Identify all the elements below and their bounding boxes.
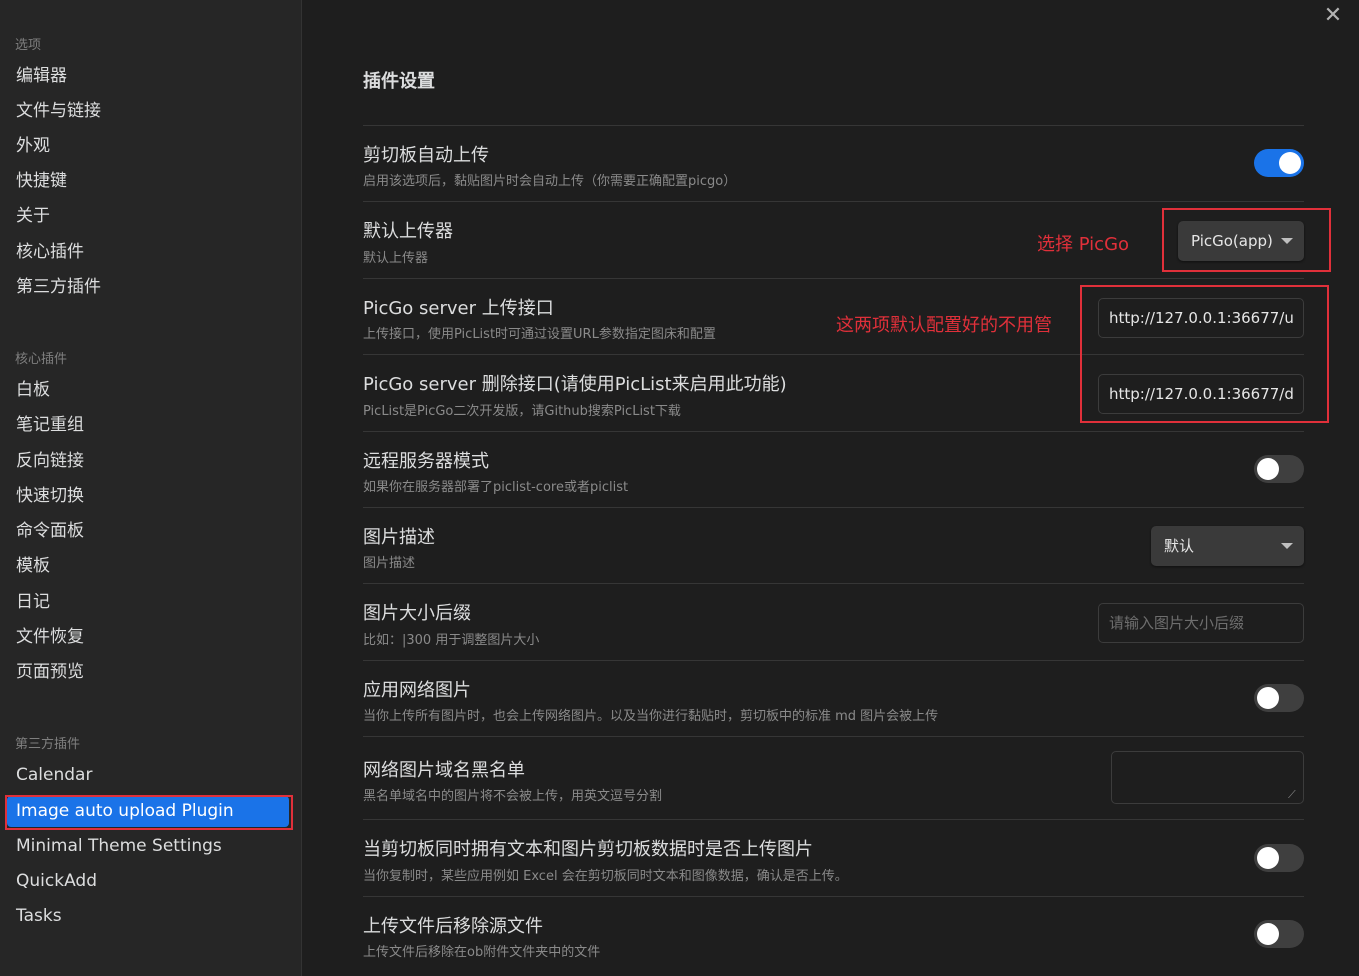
sidebar-item-tasks[interactable]: Tasks xyxy=(7,901,289,932)
sidebar-item-command-palette[interactable]: 命令面板 xyxy=(7,516,289,547)
setting-description: 当你复制时，某些应用例如 Excel 会在剪切板同时文本和图像数据，确认是否上传… xyxy=(363,869,848,884)
setting-description: 比如：|300 用于调整图片大小 xyxy=(363,633,540,648)
setting-name: 剪切板自动上传 xyxy=(363,145,489,166)
sidebar-item-minimal-theme-settings[interactable]: Minimal Theme Settings xyxy=(7,831,289,862)
divider xyxy=(363,736,1304,737)
divider xyxy=(363,507,1304,508)
size-suffix-input[interactable] xyxy=(1098,603,1304,643)
setting-description: 上传接口，使用PicList时可通过设置URL参数指定图床和配置 xyxy=(363,327,716,342)
upload-api-input[interactable] xyxy=(1098,298,1304,338)
setting-name: 网络图片域名黑名单 xyxy=(363,760,525,781)
sidebar-item-templates[interactable]: 模板 xyxy=(7,551,289,582)
divider xyxy=(363,583,1304,584)
sidebar-item-canvas[interactable]: 白板 xyxy=(7,375,289,406)
annotation-default-ok: 这两项默认配置好的不用管 xyxy=(836,315,1052,336)
remote-mode-toggle[interactable] xyxy=(1254,455,1304,483)
setting-name: 当剪切板同时拥有文本和图片剪切板数据时是否上传图片 xyxy=(363,839,813,860)
image-description-select[interactable]: 默认 xyxy=(1151,526,1304,566)
sidebar-item-file-recovery[interactable]: 文件恢复 xyxy=(7,622,289,653)
divider xyxy=(363,201,1304,202)
sidebar-item-core-plugins[interactable]: 核心插件 xyxy=(7,237,289,268)
sidebar-item-files-links[interactable]: 文件与链接 xyxy=(7,96,289,127)
sidebar-item-calendar[interactable]: Calendar xyxy=(7,760,289,791)
toggle-knob xyxy=(1257,923,1279,945)
remove-source-toggle[interactable] xyxy=(1254,920,1304,948)
setting-name: 默认上传器 xyxy=(363,221,453,242)
setting-description: 启用该选项后，黏贴图片时会自动上传（你需要正确配置picgo） xyxy=(363,174,737,189)
sidebar-item-daily-notes[interactable]: 日记 xyxy=(7,587,289,618)
mixed-clipboard-toggle[interactable] xyxy=(1254,844,1304,872)
sidebar-item-community-plugins[interactable]: 第三方插件 xyxy=(7,272,289,303)
sidebar-item-appearance[interactable]: 外观 xyxy=(7,131,289,162)
annotation-choose-picgo: 选择 PicGo xyxy=(1037,234,1130,255)
setting-name: 上传文件后移除源文件 xyxy=(363,916,543,937)
select-value: 默认 xyxy=(1164,537,1195,555)
select-value: PicGo(app) xyxy=(1191,232,1273,250)
divider xyxy=(363,660,1304,661)
setting-name: 图片描述 xyxy=(363,527,435,548)
network-images-toggle[interactable] xyxy=(1254,684,1304,712)
sidebar-section-options: 选项 xyxy=(15,38,42,53)
divider xyxy=(363,354,1304,355)
sidebar-item-backlinks[interactable]: 反向链接 xyxy=(7,446,289,477)
setting-name: PicGo server 删除接口(请使用PicList来启用此功能) xyxy=(363,374,787,395)
chevron-down-icon xyxy=(1281,543,1293,549)
toggle-knob xyxy=(1279,152,1301,174)
clipboard-upload-toggle[interactable] xyxy=(1254,149,1304,177)
settings-content: 插件设置 剪切板自动上传 启用该选项后，黏贴图片时会自动上传（你需要正确配置pi… xyxy=(303,0,1359,976)
page-title: 插件设置 xyxy=(363,71,435,92)
sidebar-section-third-party: 第三方插件 xyxy=(15,737,81,752)
setting-description: PicList是PicGo二次开发版，请Github搜索PicList下载 xyxy=(363,404,681,419)
setting-description: 默认上传器 xyxy=(363,251,429,266)
setting-description: 黑名单域名中的图片将不会被上传，用英文逗号分割 xyxy=(363,789,663,804)
toggle-knob xyxy=(1257,687,1279,709)
divider xyxy=(363,125,1304,126)
setting-description: 如果你在服务器部署了piclist-core或者piclist xyxy=(363,480,629,495)
divider xyxy=(363,896,1304,897)
setting-name: 应用网络图片 xyxy=(363,680,471,701)
toggle-knob xyxy=(1257,458,1279,480)
domain-blacklist-textarea[interactable] xyxy=(1111,751,1304,804)
sidebar-item-quickadd[interactable]: QuickAdd xyxy=(7,866,289,897)
divider xyxy=(363,278,1304,279)
sidebar-item-quick-switcher[interactable]: 快速切换 xyxy=(7,481,289,512)
sidebar-item-about[interactable]: 关于 xyxy=(7,201,289,232)
sidebar-item-note-composer[interactable]: 笔记重组 xyxy=(7,410,289,441)
settings-sidebar: 选项 编辑器 文件与链接 外观 快捷键 关于 核心插件 第三方插件 核心插件 白… xyxy=(0,0,302,976)
divider xyxy=(363,819,1304,820)
toggle-knob xyxy=(1257,847,1279,869)
sidebar-item-hotkeys[interactable]: 快捷键 xyxy=(7,166,289,197)
sidebar-item-image-auto-upload[interactable]: Image auto upload Plugin xyxy=(7,796,289,827)
setting-description: 上传文件后移除在ob附件文件夹中的文件 xyxy=(363,945,601,960)
setting-name: 远程服务器模式 xyxy=(363,451,489,472)
sidebar-item-editor[interactable]: 编辑器 xyxy=(7,61,289,92)
setting-description: 图片描述 xyxy=(363,556,416,571)
setting-name: 图片大小后缀 xyxy=(363,603,471,624)
default-uploader-select[interactable]: PicGo(app) xyxy=(1178,221,1304,261)
sidebar-section-core: 核心插件 xyxy=(15,352,68,367)
setting-name: PicGo server 上传接口 xyxy=(363,298,554,319)
divider xyxy=(363,431,1304,432)
chevron-down-icon xyxy=(1281,238,1293,244)
delete-api-input[interactable] xyxy=(1098,374,1304,414)
setting-description: 当你上传所有图片时，也会上传网络图片。以及当你进行黏贴时，剪切板中的标准 md … xyxy=(363,709,939,724)
sidebar-item-page-preview[interactable]: 页面预览 xyxy=(7,657,289,688)
